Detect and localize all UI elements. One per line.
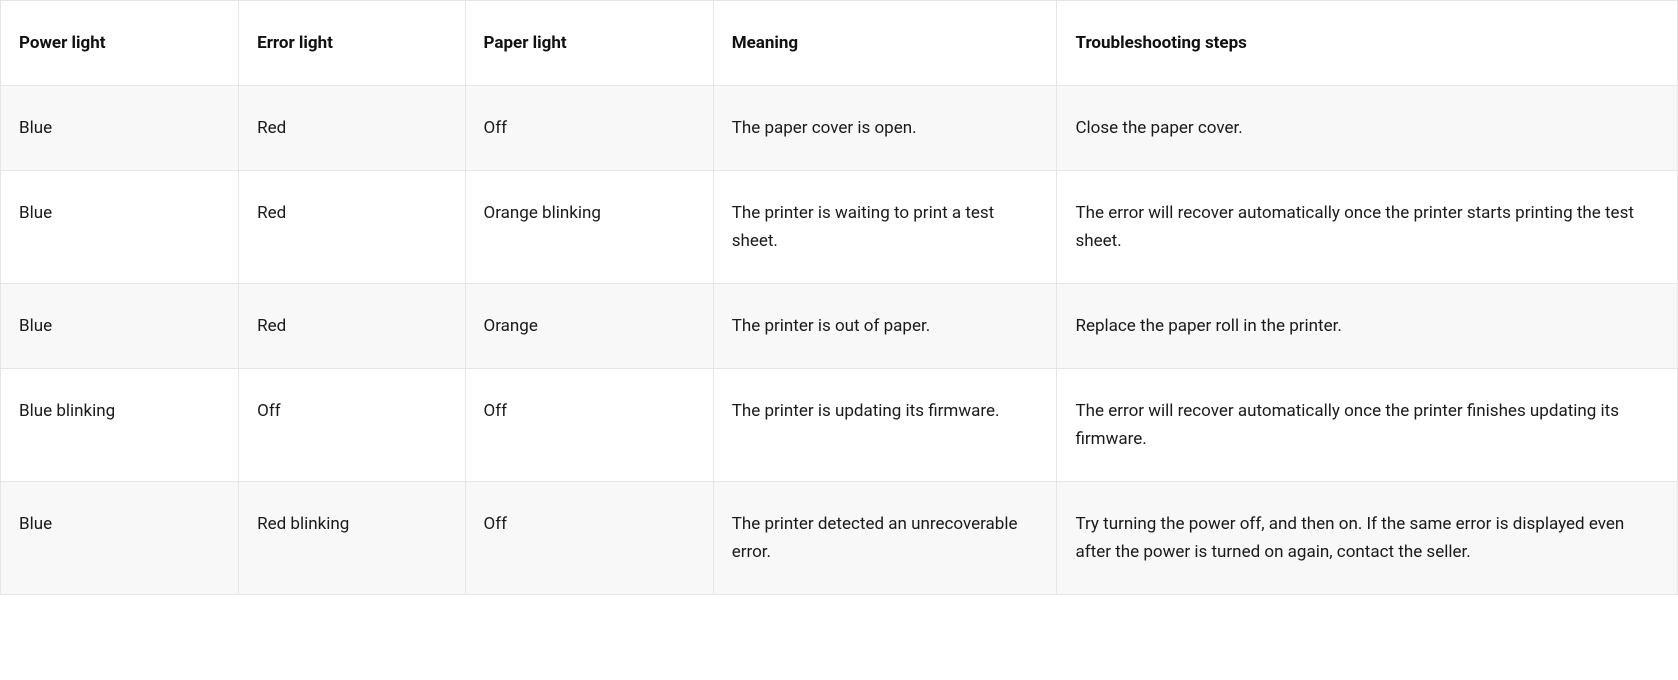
cell-meaning: The printer is waiting to print a test s… — [713, 171, 1057, 284]
cell-power-light: Blue blinking — [1, 369, 239, 482]
cell-meaning: The paper cover is open. — [713, 86, 1057, 171]
cell-paper-light: Off — [465, 369, 713, 482]
cell-meaning: The printer detected an unrecoverable er… — [713, 482, 1057, 595]
cell-steps: Try turning the power off, and then on. … — [1057, 482, 1678, 595]
cell-power-light: Blue — [1, 171, 239, 284]
cell-steps: The error will recover automatically onc… — [1057, 369, 1678, 482]
table-header-row: Power light Error light Paper light Mean… — [1, 1, 1678, 86]
header-paper-light: Paper light — [465, 1, 713, 86]
cell-power-light: Blue — [1, 86, 239, 171]
header-meaning: Meaning — [713, 1, 1057, 86]
cell-paper-light: Off — [465, 86, 713, 171]
cell-paper-light: Orange blinking — [465, 171, 713, 284]
troubleshooting-table: Power light Error light Paper light Mean… — [0, 0, 1678, 595]
cell-paper-light: Orange — [465, 284, 713, 369]
cell-steps: Replace the paper roll in the printer. — [1057, 284, 1678, 369]
cell-steps: Close the paper cover. — [1057, 86, 1678, 171]
table-row: Blue Red Orange The printer is out of pa… — [1, 284, 1678, 369]
cell-paper-light: Off — [465, 482, 713, 595]
header-error-light: Error light — [239, 1, 465, 86]
cell-error-light: Red blinking — [239, 482, 465, 595]
cell-error-light: Red — [239, 171, 465, 284]
cell-meaning: The printer is out of paper. — [713, 284, 1057, 369]
table-row: Blue Red Off The paper cover is open. Cl… — [1, 86, 1678, 171]
cell-error-light: Red — [239, 284, 465, 369]
cell-power-light: Blue — [1, 284, 239, 369]
cell-steps: The error will recover automatically onc… — [1057, 171, 1678, 284]
table-row: Blue Red blinking Off The printer detect… — [1, 482, 1678, 595]
cell-error-light: Red — [239, 86, 465, 171]
table-row: Blue blinking Off Off The printer is upd… — [1, 369, 1678, 482]
cell-power-light: Blue — [1, 482, 239, 595]
cell-meaning: The printer is updating its firmware. — [713, 369, 1057, 482]
header-troubleshooting-steps: Troubleshooting steps — [1057, 1, 1678, 86]
header-power-light: Power light — [1, 1, 239, 86]
cell-error-light: Off — [239, 369, 465, 482]
table-row: Blue Red Orange blinking The printer is … — [1, 171, 1678, 284]
